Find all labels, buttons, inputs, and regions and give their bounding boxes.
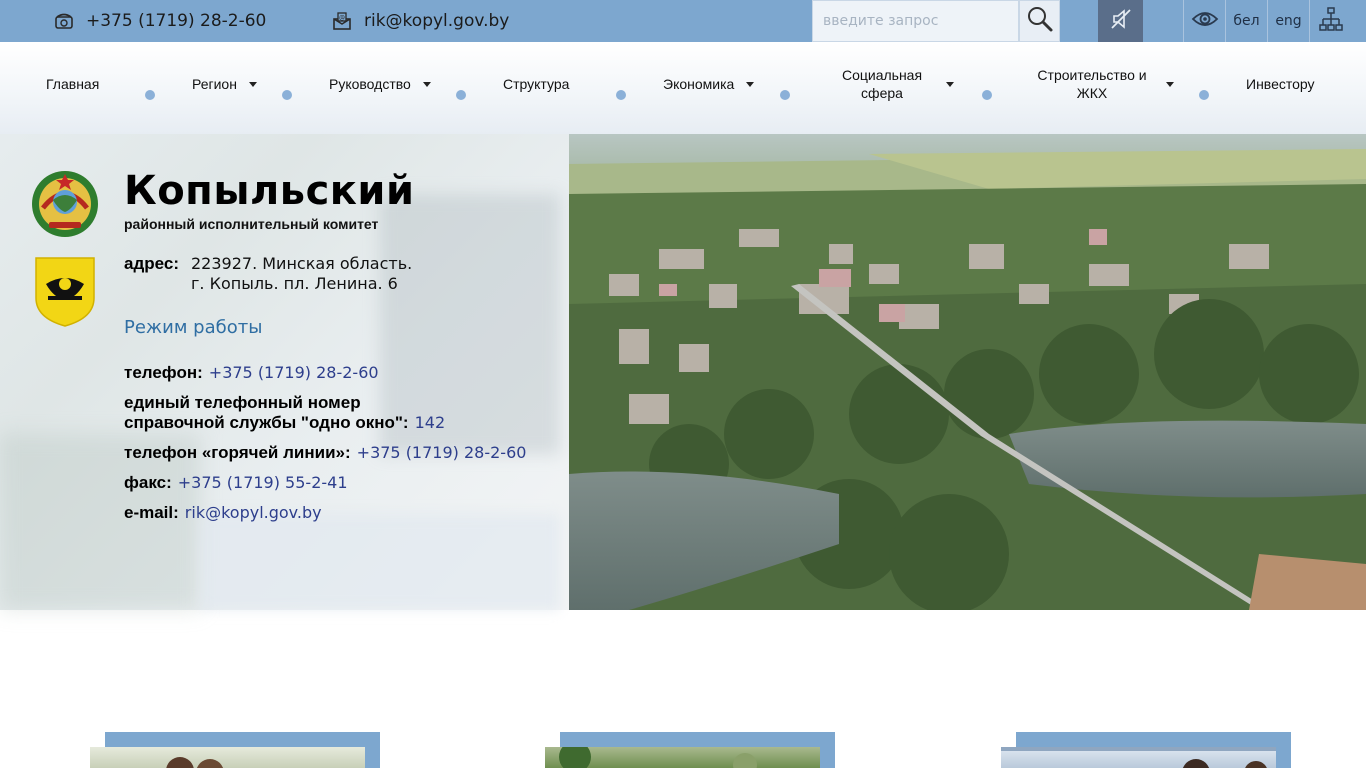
contact-label: справочной службы "одно окно": bbox=[124, 413, 409, 432]
sound-toggle-button[interactable] bbox=[1098, 0, 1143, 42]
page-title: Копыльский bbox=[124, 168, 415, 214]
nav-separator-dot bbox=[982, 90, 992, 100]
nav-item-economy[interactable]: Экономика bbox=[663, 75, 755, 93]
state-emblem bbox=[31, 170, 99, 243]
svg-text:@: @ bbox=[339, 15, 345, 22]
chevron-down-icon bbox=[422, 81, 431, 87]
contact-row-hotline: телефон «горячей линии»: +375 (1719) 28-2… bbox=[124, 443, 526, 463]
district-coat-of-arms bbox=[34, 254, 96, 333]
nav-separator-dot bbox=[616, 90, 626, 100]
nav-item-label[interactable]: Инвестору bbox=[1246, 75, 1315, 93]
top-bar: +375 (1719) 28-2-60 @ rik@kopyl.gov.by б… bbox=[0, 0, 1366, 42]
contact-row-one-window: справочной службы "одно окно": 142 bbox=[124, 413, 445, 433]
nav-item-label[interactable]: Руководство bbox=[329, 75, 411, 93]
news-card-image[interactable] bbox=[545, 747, 820, 768]
news-card-image[interactable] bbox=[90, 747, 365, 768]
chevron-down-icon bbox=[1166, 81, 1174, 87]
contact-fax-value: +375 (1719) 55-2-41 bbox=[177, 473, 348, 492]
contact-label: факс: bbox=[124, 473, 172, 492]
nav-item-leadership[interactable]: Руководство bbox=[329, 75, 431, 93]
search-field[interactable] bbox=[812, 0, 1019, 42]
sitemap-icon bbox=[1318, 6, 1344, 36]
low-vision-button[interactable] bbox=[1184, 0, 1225, 42]
nav-separator-dot bbox=[282, 90, 292, 100]
contact-row-single-number: единый телефонный номер bbox=[124, 393, 361, 413]
contact-row-email: e-mail: rik@kopyl.gov.by bbox=[124, 503, 322, 523]
chevron-down-icon bbox=[248, 81, 257, 87]
nav-item-investor[interactable]: Инвестору bbox=[1246, 75, 1315, 93]
nav-item-label[interactable]: Строительство и ЖКХ bbox=[1030, 66, 1154, 102]
sitemap-button[interactable] bbox=[1310, 0, 1351, 42]
eye-icon bbox=[1191, 9, 1219, 33]
search-button[interactable] bbox=[1019, 0, 1060, 42]
header-email[interactable]: @ rik@kopyl.gov.by bbox=[332, 0, 509, 42]
nav-item-label[interactable]: Социальная сфера bbox=[830, 66, 934, 102]
news-card-image[interactable] bbox=[1001, 747, 1276, 768]
page-subtitle: районный исполнительный комитет bbox=[124, 216, 379, 232]
contact-row-fax: факс: +375 (1719) 55-2-41 bbox=[124, 473, 348, 493]
nav-item-label[interactable]: Экономика bbox=[663, 75, 734, 93]
nav-separator-dot bbox=[780, 90, 790, 100]
address-line-2: г. Копыль. пл. Ленина. 6 bbox=[191, 274, 398, 293]
contact-phone-link[interactable]: +375 (1719) 28-2-60 bbox=[209, 363, 379, 382]
contact-label: единый телефонный номер bbox=[124, 393, 361, 412]
contact-label: e-mail: bbox=[124, 503, 179, 522]
address-label: адрес: bbox=[124, 254, 179, 273]
nav-separator-dot bbox=[145, 90, 155, 100]
header-email-text[interactable]: rik@kopyl.gov.by bbox=[364, 11, 509, 31]
nav-item-structure[interactable]: Структура bbox=[503, 75, 569, 93]
header-phone[interactable]: +375 (1719) 28-2-60 bbox=[54, 0, 266, 42]
contact-label: телефон «горячей линии»: bbox=[124, 443, 351, 462]
main-nav: Главная Регион Руководство Структура Эко… bbox=[0, 42, 1366, 134]
address-text: 223927. Минская область. г. Копыль. пл. … bbox=[191, 254, 412, 294]
nav-item-construction[interactable]: Строительство и ЖКХ bbox=[1030, 66, 1174, 102]
contact-label: телефон: bbox=[124, 363, 203, 382]
sound-off-icon bbox=[1108, 6, 1134, 37]
aerial-town-photo bbox=[569, 134, 1366, 610]
email-icon: @ bbox=[332, 11, 352, 31]
contact-one-window-link[interactable]: 142 bbox=[415, 413, 446, 432]
nav-item-region[interactable]: Регион bbox=[192, 75, 257, 93]
nav-separator-dot bbox=[456, 90, 466, 100]
chevron-down-icon bbox=[946, 81, 954, 87]
nav-item-label[interactable]: Регион bbox=[192, 75, 237, 93]
phone-icon bbox=[54, 11, 74, 31]
lang-be-link[interactable]: бел bbox=[1226, 0, 1267, 42]
header-phone-text[interactable]: +375 (1719) 28-2-60 bbox=[86, 11, 266, 31]
worktime-link[interactable]: Режим работы bbox=[124, 317, 262, 338]
nav-item-label[interactable]: Структура bbox=[503, 75, 569, 93]
contact-hotline-link[interactable]: +375 (1719) 28-2-60 bbox=[357, 443, 527, 462]
nav-item-label[interactable]: Главная bbox=[46, 75, 99, 93]
search-icon bbox=[1026, 5, 1054, 38]
nav-separator-dot bbox=[1199, 90, 1209, 100]
address-line-1: 223927. Минская область. bbox=[191, 254, 413, 273]
search-input[interactable] bbox=[813, 1, 1018, 41]
contact-row-phone: телефон: +375 (1719) 28-2-60 bbox=[124, 363, 379, 383]
nav-item-home[interactable]: Главная bbox=[46, 75, 99, 93]
contact-email-link[interactable]: rik@kopyl.gov.by bbox=[185, 503, 322, 522]
lang-en-link[interactable]: eng bbox=[1268, 0, 1309, 42]
chevron-down-icon bbox=[746, 81, 755, 87]
nav-item-social[interactable]: Социальная сфера bbox=[830, 66, 954, 102]
